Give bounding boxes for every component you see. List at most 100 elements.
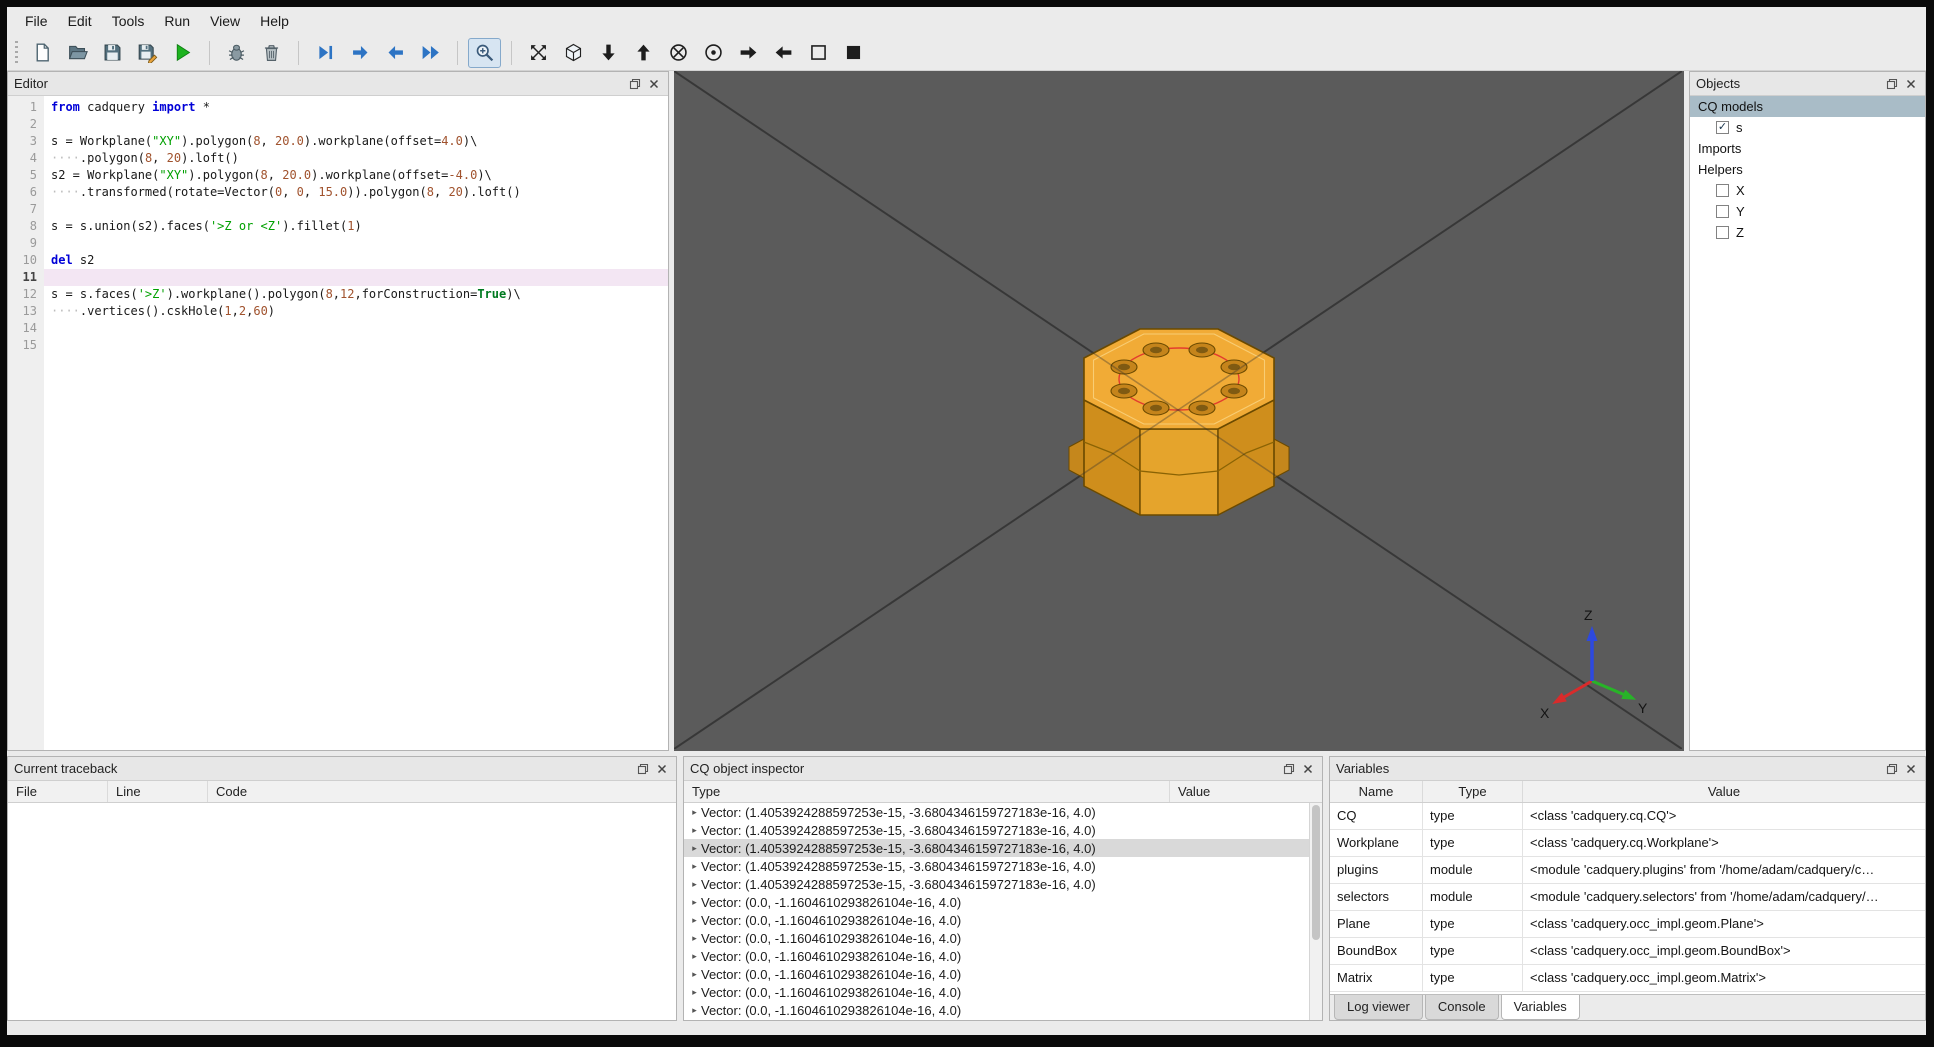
- variables-column-type[interactable]: Type: [1423, 781, 1523, 802]
- code-line-9[interactable]: [44, 235, 668, 252]
- expand-arrow-icon[interactable]: ▸: [688, 987, 701, 998]
- code-line-7[interactable]: [44, 201, 668, 218]
- inspector-row[interactable]: ▸Vector: (0.0, -1.1604610293826104e-16, …: [684, 929, 1309, 947]
- objects-tree-item-y[interactable]: Y: [1690, 201, 1925, 222]
- expand-arrow-icon[interactable]: ▸: [688, 969, 701, 980]
- variables-column-value[interactable]: Value: [1523, 781, 1925, 802]
- inspector-row[interactable]: ▸ Vector: (1.4053924288597253e-15, -3.680…: [684, 875, 1309, 893]
- close-panel-icon[interactable]: [654, 761, 670, 777]
- objects-tree-item-cq-models[interactable]: CQ models: [1690, 96, 1925, 117]
- checkbox-y[interactable]: [1716, 205, 1729, 218]
- float-panel-icon[interactable]: [1281, 761, 1297, 777]
- expand-arrow-icon[interactable]: ▸: [688, 843, 701, 854]
- float-panel-icon[interactable]: [1884, 76, 1900, 92]
- checkbox-x[interactable]: [1716, 184, 1729, 197]
- checkbox-z[interactable]: [1716, 226, 1729, 239]
- expand-arrow-icon[interactable]: ▸: [688, 897, 701, 908]
- code-line-4[interactable]: ····.polygon(8, 20).loft(): [44, 150, 668, 167]
- expand-arrow-icon[interactable]: ▸: [688, 933, 701, 944]
- inspector-row[interactable]: ▸ Vector: (1.4053924288597253e-15, -3.680…: [684, 857, 1309, 875]
- menu-item-edit[interactable]: Edit: [58, 8, 102, 34]
- step-button[interactable]: [309, 38, 342, 68]
- close-panel-icon[interactable]: [1903, 76, 1919, 92]
- 3d-viewport[interactable]: Z X Y: [674, 71, 1684, 751]
- variables-column-name[interactable]: Name: [1330, 781, 1423, 802]
- continue-button[interactable]: [414, 38, 447, 68]
- variable-row-plugins[interactable]: plugins module <module 'cadquery.plugins' …: [1330, 857, 1925, 884]
- code-line-5[interactable]: s2 = Workplane("XY").polygon(8, 20.0).wo…: [44, 167, 668, 184]
- view-right-button[interactable]: [732, 38, 765, 68]
- inspector-row[interactable]: ▸Vector: (0.0, -1.1604610293826104e-16, …: [684, 947, 1309, 965]
- new-file-button[interactable]: [26, 38, 59, 68]
- expand-arrow-icon[interactable]: ▸: [688, 879, 701, 890]
- inspector-column-value[interactable]: Value: [1170, 781, 1322, 802]
- close-panel-icon[interactable]: [1300, 761, 1316, 777]
- debug-button[interactable]: [220, 38, 253, 68]
- scrollbar-thumb[interactable]: [1312, 805, 1320, 940]
- inspector-row[interactable]: ▸Vector: (0.0, -1.1604610293826104e-16, …: [684, 1019, 1309, 1020]
- expand-arrow-icon[interactable]: ▸: [688, 915, 701, 926]
- save-as-button[interactable]: [131, 38, 164, 68]
- expand-arrow-icon[interactable]: ▸: [688, 1005, 701, 1016]
- view-front-button[interactable]: [662, 38, 695, 68]
- code-line-1[interactable]: from cadquery import *: [44, 99, 668, 116]
- code-editor[interactable]: 1 2 3 4 5 6 7 8 9 10 11 12 13 14 15 from cadquery impo…: [8, 96, 668, 750]
- variable-row-workplane[interactable]: Workplane type <class 'cadquery.cq.Workpla…: [1330, 830, 1925, 857]
- save-button[interactable]: [96, 38, 129, 68]
- code-line-3[interactable]: s = Workplane("XY").polygon(8, 20.0).wor…: [44, 133, 668, 150]
- inspector-row[interactable]: ▸Vector: (0.0, -1.1604610293826104e-16, …: [684, 893, 1309, 911]
- expand-arrow-icon[interactable]: ▸: [688, 861, 701, 872]
- inspector-row[interactable]: ▸Vector: (0.0, -1.1604610293826104e-16, …: [684, 1001, 1309, 1019]
- autofit-button[interactable]: [468, 37, 501, 68]
- inspector-row[interactable]: ▸ Vector: (1.4053924288597253e-15, -3.680…: [684, 803, 1309, 821]
- float-panel-icon[interactable]: [1884, 761, 1900, 777]
- traceback-column-line[interactable]: Line: [108, 781, 208, 802]
- view-down-button[interactable]: [592, 38, 625, 68]
- delete-button[interactable]: [255, 38, 288, 68]
- shaded-button[interactable]: [837, 38, 870, 68]
- menu-item-help[interactable]: Help: [250, 8, 299, 34]
- code-line-11[interactable]: [44, 269, 668, 286]
- inspector-row[interactable]: ▸ Vector: (1.4053924288597253e-15, -3.680…: [684, 839, 1309, 857]
- open-file-button[interactable]: [61, 38, 94, 68]
- code-line-8[interactable]: s = s.union(s2).faces('>Z or <Z').fillet…: [44, 218, 668, 235]
- code-line-14[interactable]: [44, 320, 668, 337]
- objects-tree-item-s[interactable]: ✓ s: [1690, 117, 1925, 138]
- close-panel-icon[interactable]: [1903, 761, 1919, 777]
- inspector-column-type[interactable]: Type: [684, 781, 1170, 802]
- expand-arrow-icon[interactable]: ▸: [688, 951, 701, 962]
- variable-row-cq[interactable]: CQ type <class 'cadquery.cq.CQ'>: [1330, 803, 1925, 830]
- tab-variables[interactable]: Variables: [1500, 995, 1580, 1020]
- objects-tree-item-x[interactable]: X: [1690, 180, 1925, 201]
- variable-row-matrix[interactable]: Matrix type <class 'cadquery.occ_impl.geom…: [1330, 965, 1925, 992]
- vertical-scrollbar[interactable]: [1309, 803, 1322, 1020]
- traceback-list[interactable]: [8, 803, 676, 1020]
- variable-row-plane[interactable]: Plane type <class 'cadquery.occ_impl.geom.…: [1330, 911, 1925, 938]
- step-out-button[interactable]: [379, 38, 412, 68]
- view-left-button[interactable]: [767, 38, 800, 68]
- variable-row-boundbox[interactable]: BoundBox type <class 'cadquery.occ_impl.ge…: [1330, 938, 1925, 965]
- menu-item-file[interactable]: File: [15, 8, 58, 34]
- inspector-row[interactable]: ▸ Vector: (1.4053924288597253e-15, -3.680…: [684, 821, 1309, 839]
- code-line-2[interactable]: [44, 116, 668, 133]
- render-button[interactable]: [166, 38, 199, 68]
- close-panel-icon[interactable]: [646, 76, 662, 92]
- tab-log-viewer[interactable]: Log viewer: [1334, 995, 1423, 1020]
- toolbar-handle[interactable]: [15, 40, 18, 65]
- checkbox-s[interactable]: ✓: [1716, 121, 1729, 134]
- view-back-button[interactable]: [697, 38, 730, 68]
- code-line-13[interactable]: ····.vertices().cskHole(1,2,60): [44, 303, 668, 320]
- code-area[interactable]: from cadquery import * s = Workplane("XY"…: [44, 96, 668, 750]
- variable-row-selectors[interactable]: selectors module <module 'cadquery.selecto…: [1330, 884, 1925, 911]
- objects-tree-item-helpers[interactable]: Helpers: [1690, 159, 1925, 180]
- menu-item-tools[interactable]: Tools: [102, 8, 155, 34]
- float-panel-icon[interactable]: [635, 761, 651, 777]
- float-panel-icon[interactable]: [627, 76, 643, 92]
- code-line-10[interactable]: del s2: [44, 252, 668, 269]
- step-in-button[interactable]: [344, 38, 377, 68]
- traceback-column-code[interactable]: Code: [208, 781, 676, 802]
- inspector-row[interactable]: ▸Vector: (0.0, -1.1604610293826104e-16, …: [684, 983, 1309, 1001]
- code-line-6[interactable]: ····.transformed(rotate=Vector(0, 0, 15.…: [44, 184, 668, 201]
- objects-tree-item-z[interactable]: Z: [1690, 222, 1925, 243]
- inspector-row[interactable]: ▸Vector: (0.0, -1.1604610293826104e-16, …: [684, 911, 1309, 929]
